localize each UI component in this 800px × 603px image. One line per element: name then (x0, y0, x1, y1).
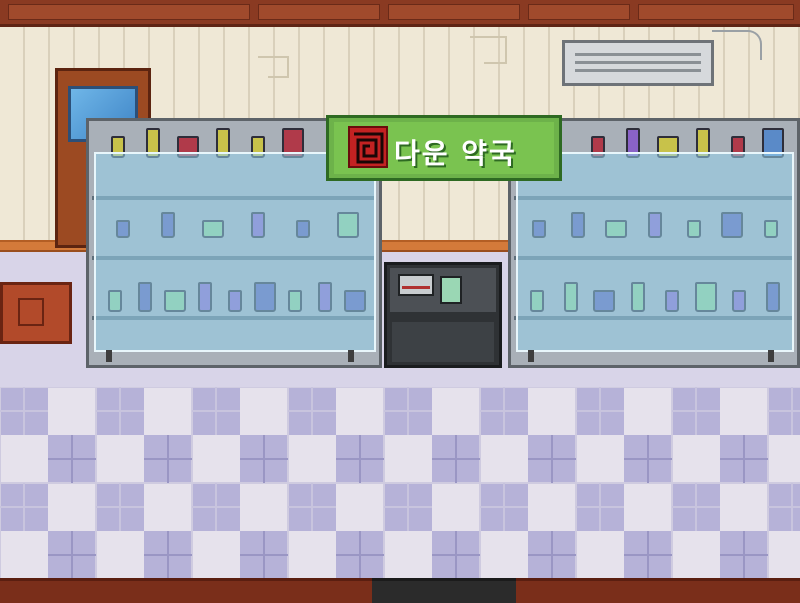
shelf-leg (528, 350, 534, 362)
square-spiral-logo-icon (348, 126, 388, 168)
register-keypad[interactable] (440, 276, 462, 304)
register-screen (398, 274, 434, 296)
register-counter (392, 322, 494, 362)
pharmacy-name: 다운 약국 (394, 137, 517, 170)
logo-spiral (354, 132, 384, 164)
right-shelf-glass (516, 152, 794, 352)
shelf-leg (768, 350, 774, 362)
card-slot (402, 286, 430, 289)
